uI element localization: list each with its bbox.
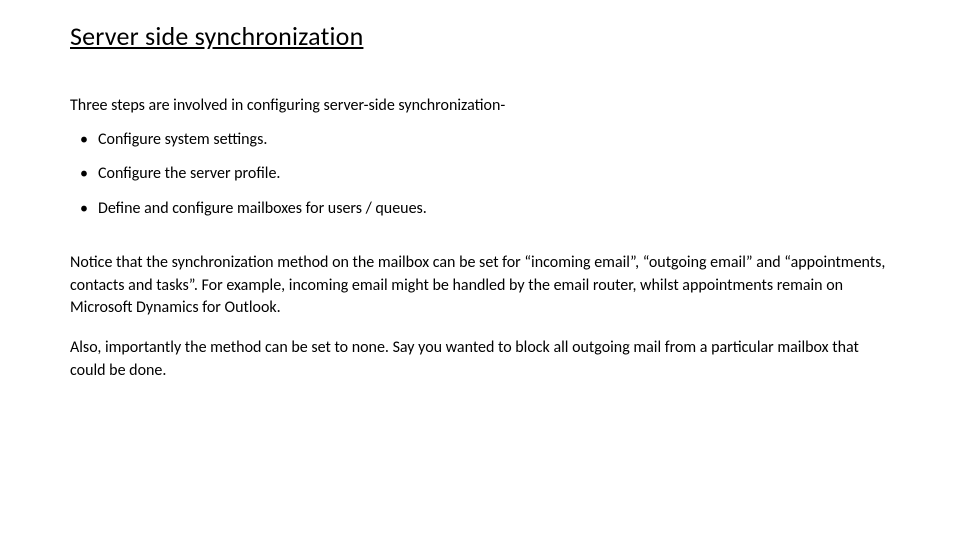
slide: Server side synchronization Three steps … [0,0,960,540]
bullet-list: Configure system settings. Configure the… [70,129,890,220]
list-item: Configure system settings. [70,129,890,151]
paragraph-1: Notice that the synchronization method o… [70,252,890,319]
intro-text: Three steps are involved in configuring … [70,96,890,115]
page-title: Server side synchronization [70,20,890,52]
list-item: Define and configure mailboxes for users… [70,198,890,220]
list-item: Configure the server profile. [70,163,890,185]
paragraph-2: Also, importantly the method can be set … [70,337,890,382]
